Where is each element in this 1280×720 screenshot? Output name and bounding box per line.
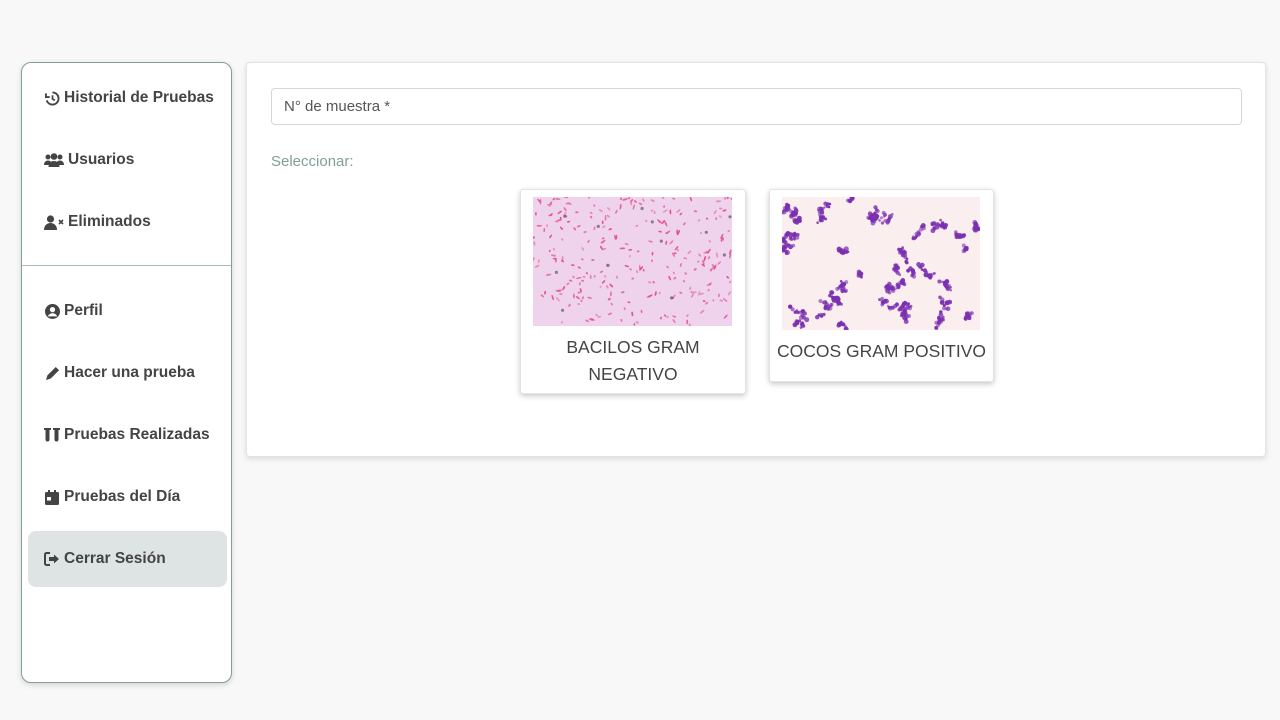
sidebar-item-label: Pruebas Realizadas (64, 426, 210, 443)
sidebar-nav: Historial de Pruebas Usuarios Eliminados… (21, 62, 232, 683)
sidebar-item-label: Hacer una prueba (64, 364, 195, 381)
option-card-bacilos-gram-negativo[interactable]: BACILOS GRAM NEGATIVO (520, 189, 746, 394)
user-xmark-icon (44, 214, 64, 230)
sidebar-item-eliminados[interactable]: Eliminados (28, 194, 227, 250)
sidebar-item-usuarios[interactable]: Usuarios (28, 132, 227, 188)
sidebar-item-pruebas-realizadas[interactable]: Pruebas Realizadas (28, 407, 227, 463)
user-circle-icon (44, 303, 60, 319)
sidebar-item-hacer-prueba[interactable]: Hacer una prueba (28, 345, 227, 401)
test-form-card: Seleccionar: BACILOS GRAM NEGATIVO COCOS… (246, 62, 1266, 457)
sidebar-item-historial[interactable]: Historial de Pruebas (28, 70, 227, 126)
sample-number-input[interactable] (271, 88, 1242, 125)
select-label: Seleccionar: (271, 153, 354, 170)
gram-negative-bacilli-image (533, 197, 732, 326)
option-label: COCOS GRAM POSITIVO (776, 341, 987, 361)
sidebar-divider (22, 265, 231, 266)
option-card-cocos-gram-positivo[interactable]: COCOS GRAM POSITIVO (769, 189, 994, 382)
sidebar-item-perfil[interactable]: Perfil (28, 283, 227, 339)
users-icon (44, 152, 64, 168)
vials-icon (44, 427, 60, 443)
sidebar-item-label: Pruebas del Día (64, 488, 181, 505)
history-icon (44, 90, 60, 106)
gram-positive-cocci-image (782, 197, 980, 330)
pen-icon (44, 365, 60, 381)
calendar-icon (44, 489, 60, 505)
sign-out-icon (44, 551, 60, 567)
sidebar-item-label: Cerrar Sesión (64, 550, 166, 567)
sidebar-item-label: Eliminados (68, 213, 151, 230)
sidebar-item-cerrar-sesion[interactable]: Cerrar Sesión (28, 531, 227, 587)
sidebar-item-label: Usuarios (68, 151, 135, 168)
sidebar-item-label: Historial de Pruebas (64, 89, 214, 106)
option-label: BACILOS GRAM NEGATIVO (566, 337, 700, 384)
sidebar-item-label: Perfil (64, 302, 103, 319)
sidebar-item-pruebas-dia[interactable]: Pruebas del Día (28, 469, 227, 525)
